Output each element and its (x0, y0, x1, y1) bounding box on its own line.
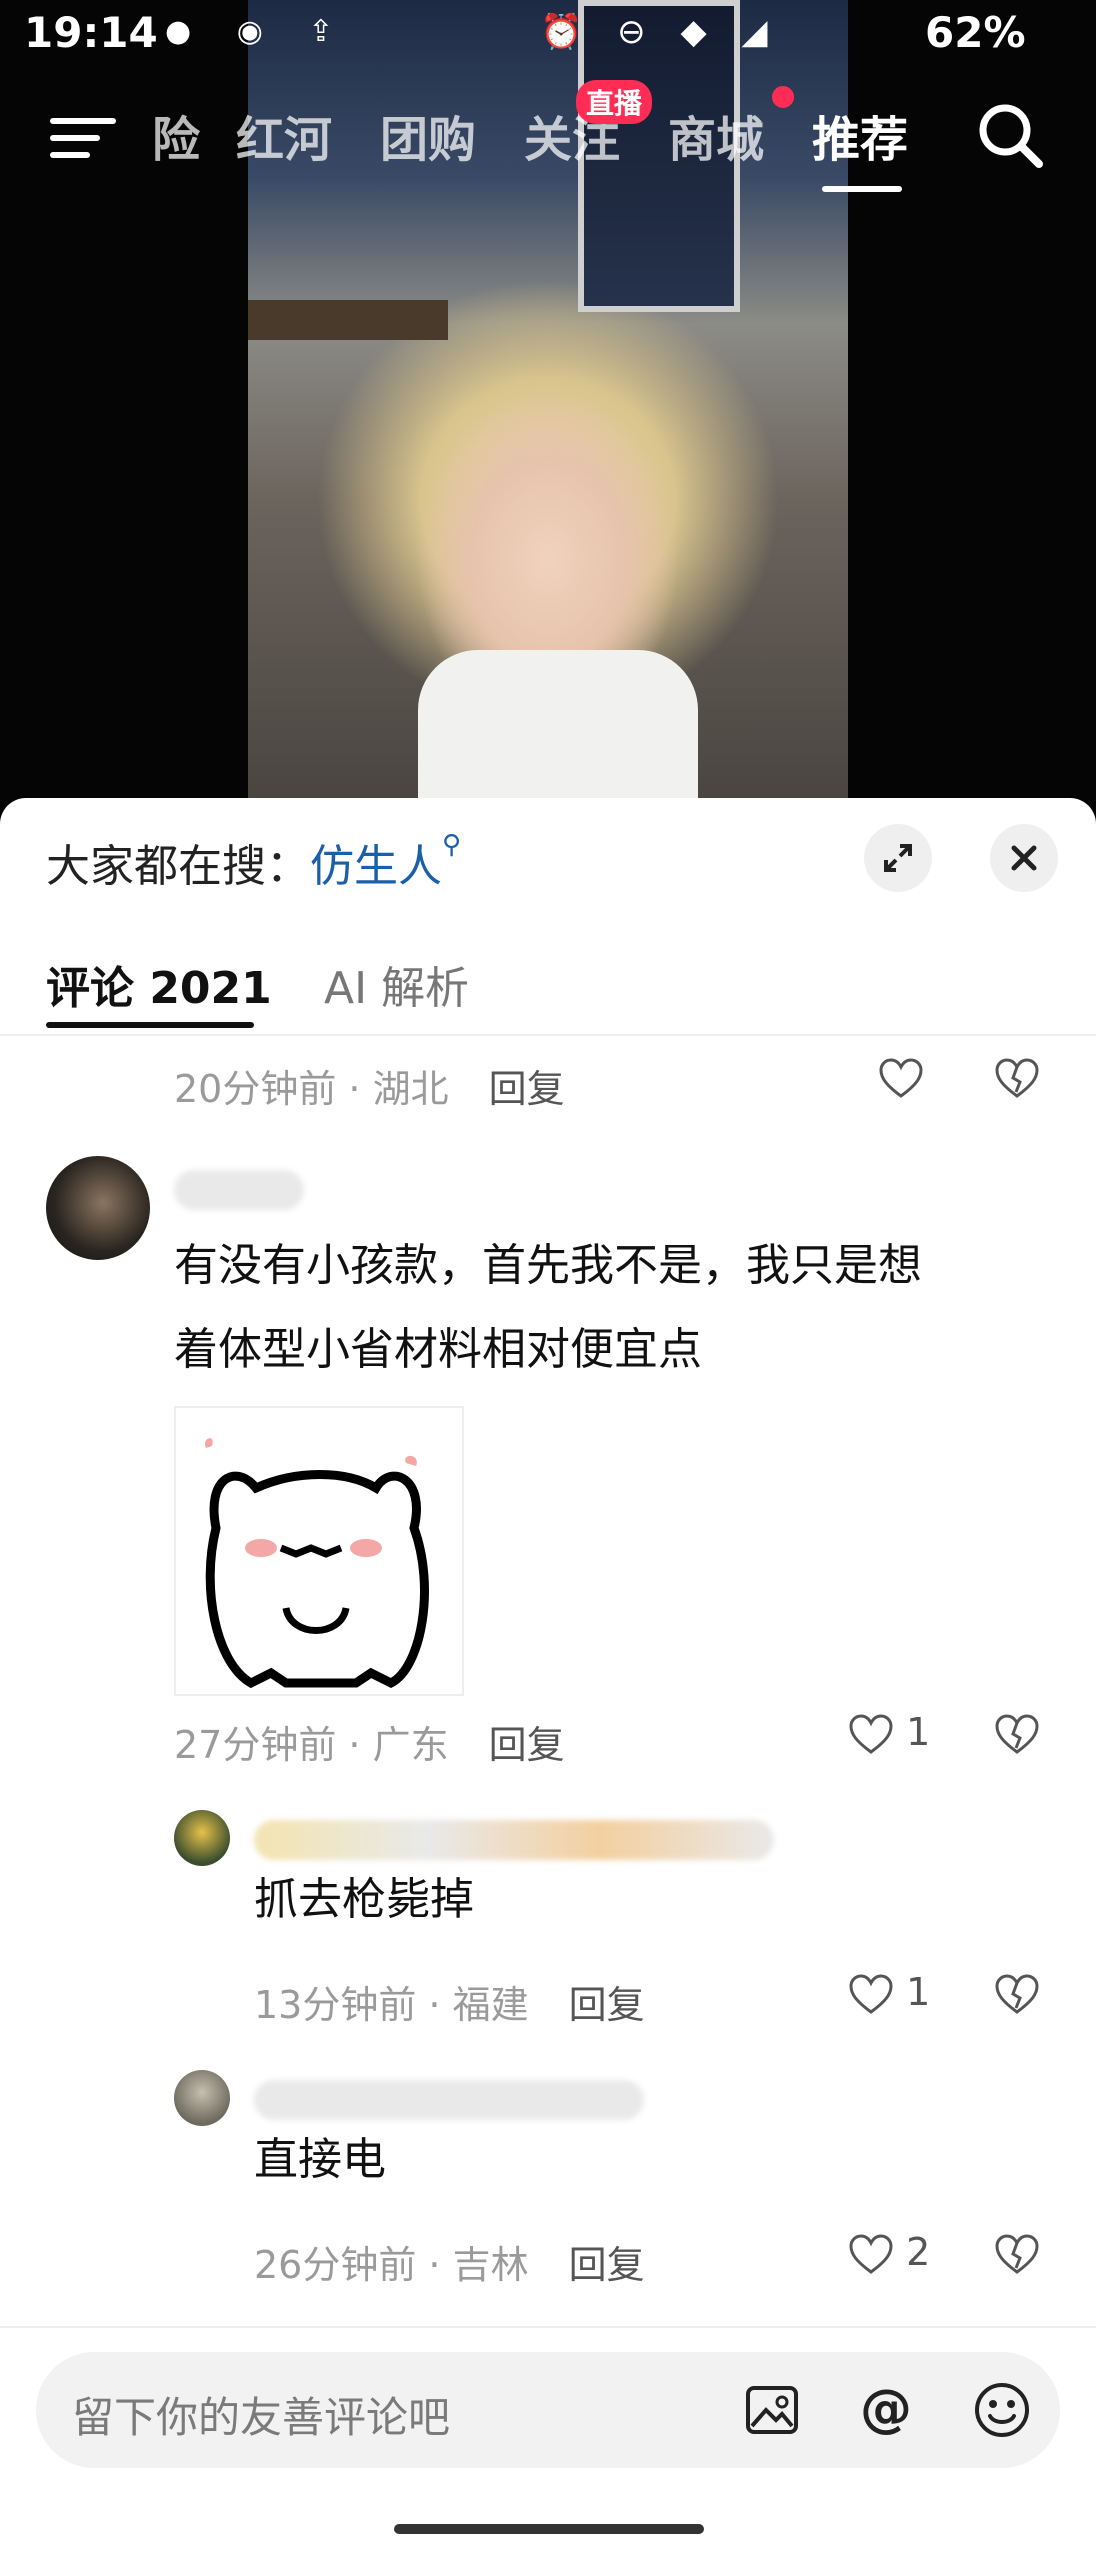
svg-text:@: @ (860, 2380, 912, 2439)
hot-search-label: 大家都在搜： (46, 841, 310, 892)
comment-line: 有没有小孩款，首先我不是，我只是想 (174, 1240, 922, 1291)
system-icons: ⏰ ⊖ ◆ ◢ (540, 12, 780, 52)
like-button[interactable]: 1 (848, 1710, 930, 1756)
comment-meta: 13分钟前 · 福建 回复 (254, 1974, 645, 2029)
tab-recommend[interactable]: 推荐 (812, 100, 908, 170)
tab-group-buy[interactable]: 团购 (380, 100, 476, 170)
notification-dot (772, 86, 794, 108)
like-button[interactable] (878, 1054, 924, 1100)
status-time: 19:14 (24, 8, 158, 57)
video-subject (418, 650, 698, 810)
comment-time-location: 13分钟前 · 福建 (254, 1983, 529, 2027)
broken-heart-icon[interactable] (994, 1974, 1040, 2016)
tab-mall[interactable]: 商城 (668, 100, 764, 170)
menu-icon[interactable] (50, 112, 120, 164)
comment-text: 抓去枪毙掉 (254, 1874, 474, 1925)
username-blurred[interactable] (254, 2080, 644, 2120)
like-count: 1 (906, 1970, 931, 2014)
reply-button[interactable]: 回复 (569, 1983, 645, 2027)
comment-time-location: 27分钟前 · 广东 (174, 1723, 449, 1767)
expand-icon (884, 844, 912, 872)
like-button[interactable]: 2 (848, 2230, 930, 2276)
live-badge: 直播 (576, 80, 653, 124)
tab-ai-analysis[interactable]: AI 解析 (324, 952, 469, 1016)
like-count: 2 (906, 2230, 931, 2274)
status-bar: 19:14 ● ◉ ⇪ ⏰ ⊖ ◆ ◢ 62% (0, 0, 1096, 70)
heart-icon (849, 1713, 893, 1754)
comment-meta: 27分钟前 · 广东 回复 (174, 1714, 565, 1769)
comment-tabs: 评论 2021 AI 解析 (0, 938, 1096, 1036)
avatar[interactable] (46, 1156, 150, 1260)
heart-icon (849, 1973, 893, 2014)
comment-text: 直接电 (254, 2134, 386, 2185)
divider (0, 2326, 1096, 2328)
expand-button[interactable] (864, 824, 932, 892)
tab-comments[interactable]: 评论 2021 (46, 952, 272, 1016)
hot-search[interactable]: 大家都在搜：仿生人⚲ (46, 830, 461, 894)
reply-button[interactable]: 回复 (489, 1723, 565, 1767)
active-tab-indicator (822, 186, 902, 192)
comment-time-location: 26分钟前 · 吉林 (254, 2243, 529, 2287)
tab-adventure[interactable]: 险 (152, 100, 200, 170)
comment-sheet: 大家都在搜：仿生人⚲ 评论 2021 AI 解析 20分钟前 · 湖北 回复 有没… (0, 798, 1096, 2560)
sticker-image[interactable] (174, 1406, 464, 1696)
avatar[interactable] (174, 2070, 230, 2126)
video-player[interactable]: 19:14 ● ◉ ⇪ ⏰ ⊖ ◆ ◢ 62% 险 红河 团购 关注 直播 商城… (0, 0, 1096, 810)
tab-honghe[interactable]: 红河 (236, 100, 332, 170)
heart-icon (879, 1057, 923, 1098)
broken-heart-icon[interactable] (994, 1058, 1040, 1100)
notification-icons: ● ◉ ⇪ (165, 14, 352, 49)
active-tab-indicator (46, 1022, 254, 1028)
comment-line: 着体型小省材料相对便宜点 (174, 1324, 702, 1375)
video-background-table (248, 300, 448, 340)
username-blurred[interactable] (254, 1820, 774, 1860)
search-icon[interactable] (975, 100, 1045, 170)
battery-percent: 62% (925, 8, 1026, 57)
comment-input-placeholder: 留下你的友善评论吧 (72, 2393, 451, 2442)
image-icon[interactable] (742, 2380, 802, 2440)
emoji-icon[interactable] (972, 2380, 1032, 2440)
comment-text: 有没有小孩款，首先我不是，我只是想 着体型小省材料相对便宜点 (174, 1224, 1054, 1392)
hot-search-keyword[interactable]: 仿生人 (310, 841, 442, 892)
like-count: 1 (906, 1710, 931, 1754)
like-button[interactable]: 1 (848, 1970, 930, 2016)
heart-icon (849, 2233, 893, 2274)
comment-meta: 26分钟前 · 吉林 回复 (254, 2234, 645, 2289)
broken-heart-icon[interactable] (994, 2234, 1040, 2276)
at-icon[interactable]: @ (856, 2380, 916, 2440)
comment-time-location: 20分钟前 · 湖北 (174, 1067, 449, 1111)
top-nav: 险 红河 团购 关注 直播 商城 推荐 (0, 80, 1096, 192)
username-blurred[interactable] (174, 1170, 304, 1210)
reply-button[interactable]: 回复 (489, 1067, 565, 1111)
comment-meta: 20分钟前 · 湖北 回复 (174, 1058, 565, 1113)
cat-sticker-icon (204, 1438, 429, 1689)
search-small-icon: ⚲ (442, 830, 462, 860)
home-indicator[interactable] (394, 2524, 704, 2534)
reply-button[interactable]: 回复 (569, 2243, 645, 2287)
comment-input[interactable]: 留下你的友善评论吧 @ (36, 2352, 1060, 2468)
close-button[interactable] (990, 824, 1058, 892)
avatar[interactable] (174, 1810, 230, 1866)
broken-heart-icon[interactable] (994, 1714, 1040, 1756)
close-icon (1011, 845, 1037, 871)
